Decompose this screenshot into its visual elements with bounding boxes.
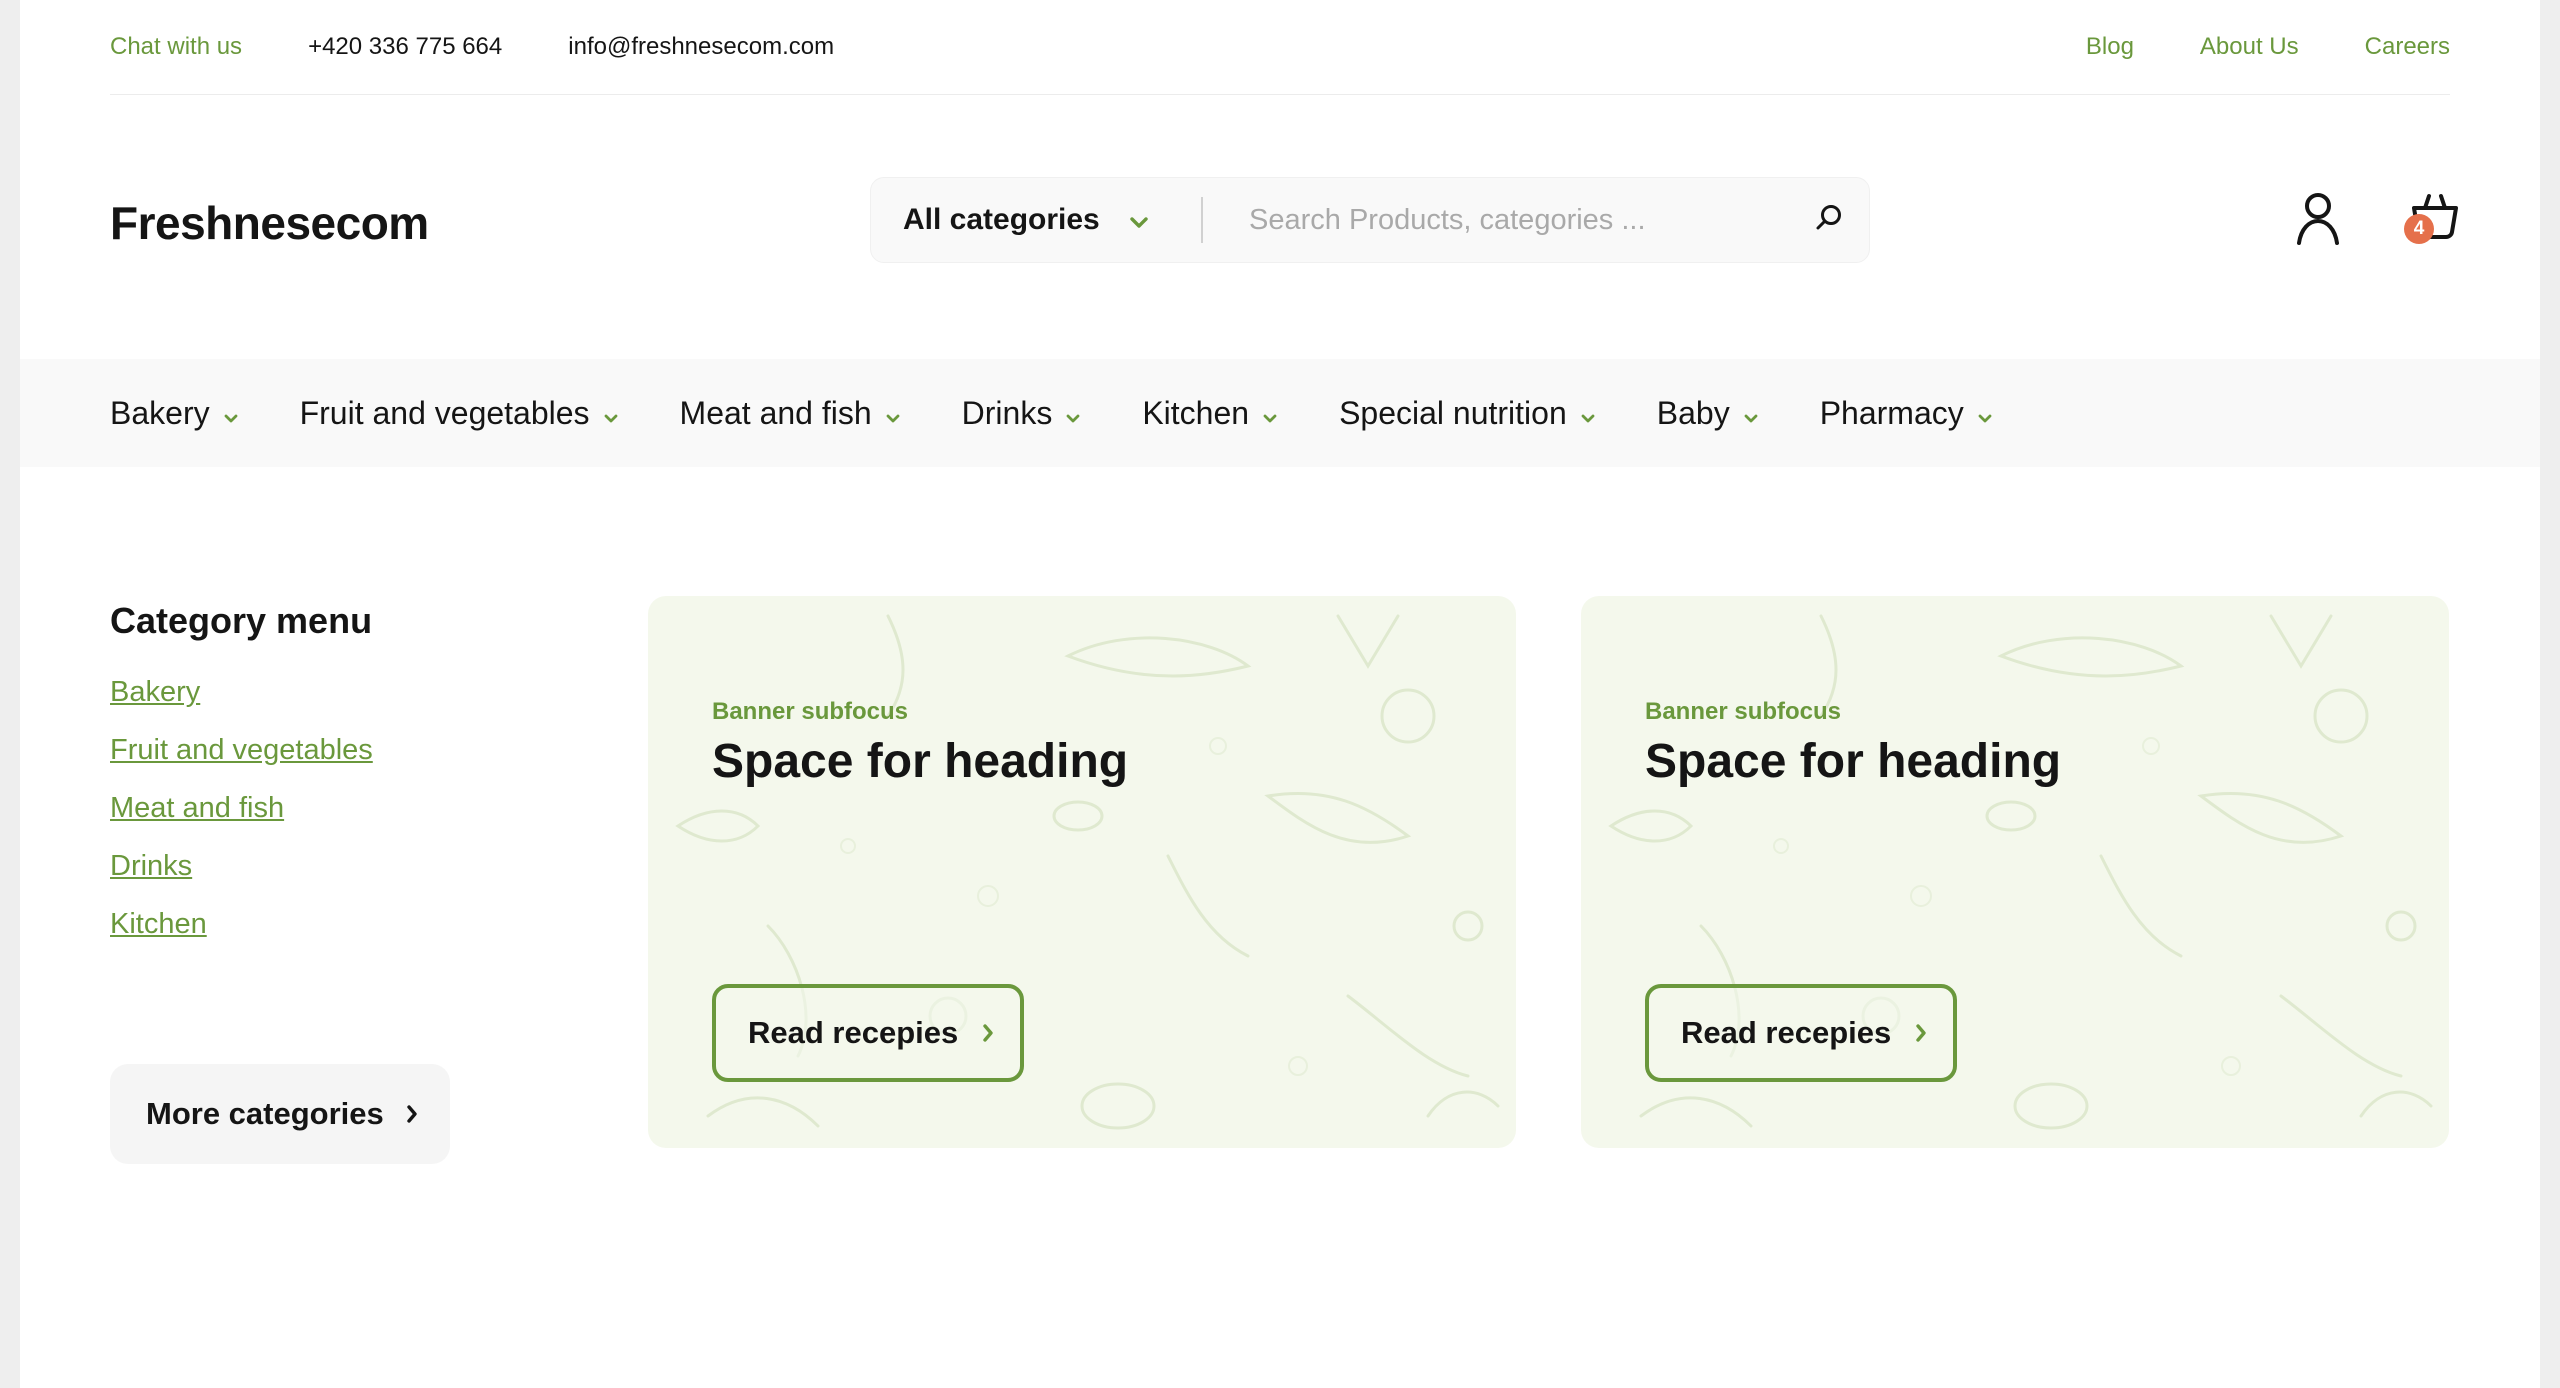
read-recipes-label: Read recepies bbox=[748, 1015, 959, 1050]
email-address[interactable]: info@freshnesecom.com bbox=[568, 33, 834, 61]
sidebar-link-meat-and-fish[interactable]: Meat and fish bbox=[110, 792, 510, 825]
blog-link[interactable]: Blog bbox=[2086, 33, 2134, 61]
read-recipes-label: Read recepies bbox=[1681, 1015, 1892, 1050]
banner-subfocus: Banner subfocus bbox=[1645, 698, 1842, 725]
chevron-down-icon bbox=[1978, 395, 1992, 432]
read-recipes-button[interactable]: Read recepies bbox=[712, 984, 1024, 1082]
sidebar-link-fruit-and-vegetables[interactable]: Fruit and vegetables bbox=[110, 734, 510, 767]
more-categories-button[interactable]: More categories bbox=[110, 1064, 450, 1164]
nav-item-special-nutrition[interactable]: Special nutrition bbox=[1339, 395, 1595, 432]
about-us-link[interactable]: About Us bbox=[2200, 33, 2299, 61]
category-select[interactable]: All categories bbox=[871, 178, 1201, 262]
chat-link[interactable]: Chat with us bbox=[110, 33, 242, 61]
top-bar: Chat with us +420 336 775 664 info@fresh… bbox=[110, 0, 2450, 95]
nav-item-label: Drinks bbox=[961, 394, 1053, 431]
cart-button[interactable]: 4 bbox=[2404, 192, 2460, 248]
nav-item-drinks[interactable]: Drinks bbox=[962, 395, 1081, 432]
chevron-down-icon bbox=[1744, 395, 1758, 432]
sidebar-title: Category menu bbox=[110, 600, 373, 641]
careers-link[interactable]: Careers bbox=[2365, 33, 2450, 61]
chevron-down-icon bbox=[1581, 395, 1595, 432]
search-input[interactable] bbox=[1203, 178, 1789, 262]
nav-item-label: Meat and fish bbox=[679, 394, 872, 431]
nav-item-label: Pharmacy bbox=[1819, 394, 1964, 431]
chevron-down-icon bbox=[1066, 395, 1080, 432]
banner-heading: Space for heading bbox=[1645, 735, 2062, 788]
search-bar: All categories bbox=[870, 177, 1870, 263]
search-button[interactable] bbox=[1789, 178, 1869, 262]
nav-item-kitchen[interactable]: Kitchen bbox=[1142, 395, 1277, 432]
chevron-down-icon bbox=[604, 395, 618, 432]
chevron-down-icon bbox=[886, 395, 900, 432]
search-icon bbox=[1814, 203, 1844, 238]
chevron-right-icon bbox=[406, 1096, 418, 1132]
chevron-down-icon bbox=[224, 395, 238, 432]
promo-banner-2: Banner subfocus Space for heading Read r… bbox=[1581, 596, 2449, 1148]
cart-count-badge: 4 bbox=[2404, 214, 2434, 244]
nav-item-label: Bakery bbox=[110, 394, 210, 431]
site-logo[interactable]: Freshnesecom bbox=[110, 196, 429, 250]
page: Chat with us +420 336 775 664 info@fresh… bbox=[20, 0, 2540, 1388]
banner-heading: Space for heading bbox=[712, 735, 1129, 788]
nav-item-label: Kitchen bbox=[1142, 394, 1250, 431]
header: Freshnesecom All categories Search Produ… bbox=[110, 96, 2458, 360]
user-icon bbox=[2295, 193, 2341, 249]
promo-banner-1: Banner subfocus Space for heading Read r… bbox=[648, 596, 1516, 1148]
chevron-right-icon bbox=[1915, 1015, 1927, 1051]
chevron-right-icon bbox=[982, 1015, 994, 1051]
phone-number[interactable]: +420 336 775 664 bbox=[308, 33, 502, 61]
nav-item-label: Baby bbox=[1656, 394, 1730, 431]
nav-item-baby[interactable]: Baby bbox=[1657, 395, 1758, 432]
sidebar-link-bakery[interactable]: Bakery bbox=[110, 676, 510, 709]
banner-subfocus: Banner subfocus bbox=[712, 698, 909, 725]
nav-item-meat-and-fish[interactable]: Meat and fish bbox=[680, 395, 900, 432]
chevron-down-icon bbox=[1130, 203, 1148, 237]
nav-item-bakery[interactable]: Bakery bbox=[110, 395, 238, 432]
nav-item-fruit-and-vegetables[interactable]: Fruit and vegetables bbox=[300, 395, 618, 432]
nav-item-label: Special nutrition bbox=[1339, 394, 1567, 431]
category-select-label: All categories bbox=[903, 203, 1100, 236]
user-account-button[interactable] bbox=[2295, 191, 2345, 245]
nav-item-pharmacy[interactable]: Pharmacy bbox=[1820, 395, 1992, 432]
chevron-down-icon bbox=[1263, 395, 1277, 432]
sidebar-link-kitchen[interactable]: Kitchen bbox=[110, 908, 510, 941]
read-recipes-button[interactable]: Read recepies bbox=[1645, 984, 1957, 1082]
more-categories-label: More categories bbox=[146, 1096, 384, 1131]
nav-item-label: Fruit and vegetables bbox=[299, 394, 590, 431]
category-nav: Bakery Fruit and vegetables Meat and fis… bbox=[20, 359, 2540, 467]
sidebar-link-drinks[interactable]: Drinks bbox=[110, 850, 510, 883]
category-sidebar: Category menu Bakery Fruit and vegetable… bbox=[110, 600, 510, 966]
